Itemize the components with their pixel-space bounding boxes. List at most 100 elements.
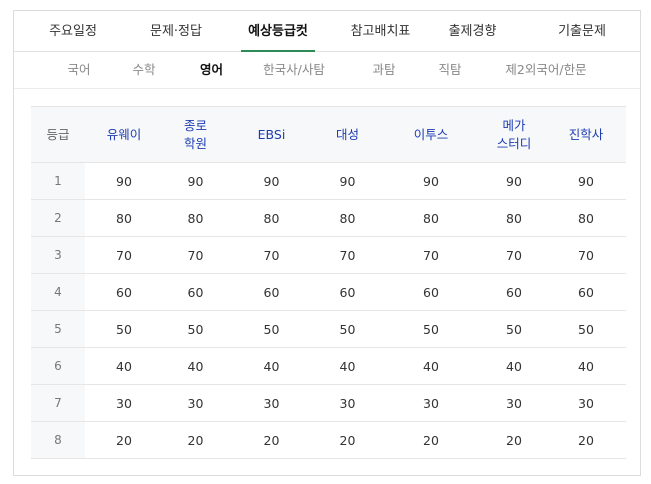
- score-cell: 40: [228, 347, 315, 385]
- provider-column-header: 진학사: [546, 106, 626, 163]
- main-tab[interactable]: 주요일정: [44, 11, 102, 51]
- main-tab[interactable]: 참고배치표: [343, 11, 418, 51]
- subject-tab[interactable]: 국어: [58, 52, 100, 88]
- table-row: 7 30 30 30 30 30 30 30: [31, 384, 626, 422]
- main-tab-label: 참고배치표: [350, 24, 411, 39]
- score-cell: 40: [315, 347, 380, 385]
- score-cell: 70: [546, 236, 626, 274]
- provider-column-header: EBSi: [228, 106, 315, 163]
- score-cell: 30: [163, 384, 228, 422]
- score-cell: 70: [315, 236, 380, 274]
- table-row: 1 90 90 90 90 90 90 90: [31, 162, 626, 200]
- score-cell: 50: [380, 310, 482, 348]
- table-body: 1 90 90 90 90 90 90 90 2 80 80 80 80 80 80 80 3 70 70 70 70 7…: [31, 162, 626, 459]
- main-tab-label: 문제·정답: [150, 24, 202, 39]
- score-cell: 70: [163, 236, 228, 274]
- score-cell: 80: [380, 199, 482, 237]
- score-cell: 70: [482, 236, 546, 274]
- subject-tab-bar: 국어 수학 영어 한국사/사탐 과탐 직탐 제2외국어/한문: [14, 52, 640, 89]
- main-tab[interactable]: 문제·정답: [144, 11, 208, 51]
- score-cell: 20: [315, 421, 380, 459]
- provider-name-line1: 유웨이: [106, 126, 142, 142]
- grade-cut-table: 등급 유웨이 종로 학원 EBSi 대성 이투스 메가 스터디 진학사 1 90 90 90 90 90 9…: [31, 106, 626, 459]
- content-frame: 주요일정 문제·정답 예상등급컷 참고배치표 출제경향 기출문제 국어 수학 영어 한국사/사탐…: [13, 10, 641, 476]
- score-cell: 30: [228, 384, 315, 422]
- score-cell: 90: [163, 162, 228, 200]
- score-cell: 40: [546, 347, 626, 385]
- score-cell: 30: [85, 384, 163, 422]
- score-cell: 30: [482, 384, 546, 422]
- score-cell: 90: [482, 162, 546, 200]
- subject-tab[interactable]: 제2외국어/한문: [496, 52, 596, 88]
- main-tab-label: 기출문제: [558, 24, 606, 39]
- score-cell: 80: [546, 199, 626, 237]
- grade-cell: 8: [31, 421, 85, 459]
- subject-tab[interactable]: 영어: [189, 52, 234, 88]
- main-tab-bar: 주요일정 문제·정답 예상등급컷 참고배치표 출제경향 기출문제: [14, 11, 640, 52]
- score-cell: 90: [380, 162, 482, 200]
- score-cell: 20: [482, 421, 546, 459]
- score-cell: 90: [315, 162, 380, 200]
- provider-name-line1: 대성: [335, 126, 359, 142]
- score-cell: 20: [85, 421, 163, 459]
- score-cell: 40: [482, 347, 546, 385]
- score-cell: 30: [315, 384, 380, 422]
- table-header-row: 등급 유웨이 종로 학원 EBSi 대성 이투스 메가 스터디 진학사: [31, 106, 626, 163]
- table-row: 4 60 60 60 60 60 60 60: [31, 273, 626, 311]
- provider-name-line2: 학원: [183, 135, 207, 151]
- score-cell: 80: [315, 199, 380, 237]
- main-tab[interactable]: 기출문제: [548, 11, 616, 51]
- score-cell: 70: [380, 236, 482, 274]
- grade-cell: 7: [31, 384, 85, 422]
- provider-name-line2: 스터디: [496, 135, 532, 151]
- score-cell: 60: [85, 273, 163, 311]
- main-tab-label: 예상등급컷: [248, 24, 308, 39]
- score-cell: 20: [546, 421, 626, 459]
- score-cell: 60: [315, 273, 380, 311]
- subject-tab[interactable]: 한국사/사탐: [254, 52, 334, 88]
- grade-cell: 4: [31, 273, 85, 311]
- provider-name-line1: EBSi: [257, 126, 286, 142]
- score-cell: 80: [163, 199, 228, 237]
- grade-cut-table-wrapper: 등급 유웨이 종로 학원 EBSi 대성 이투스 메가 스터디 진학사 1 90 90 90 90 90 9…: [31, 106, 626, 459]
- table-row: 5 50 50 50 50 50 50 50: [31, 310, 626, 348]
- main-tab-label: 출제경향: [448, 24, 497, 39]
- score-cell: 50: [228, 310, 315, 348]
- subject-tab[interactable]: 직탐: [428, 52, 472, 88]
- provider-name-line1: 이투스: [413, 126, 449, 142]
- provider-name-line1: 진학사: [568, 126, 604, 142]
- main-tab-label: 주요일정: [49, 24, 97, 39]
- score-cell: 80: [228, 199, 315, 237]
- score-cell: 70: [85, 236, 163, 274]
- score-cell: 90: [546, 162, 626, 200]
- score-cell: 40: [85, 347, 163, 385]
- table-row: 3 70 70 70 70 70 70 70: [31, 236, 626, 274]
- subject-tab[interactable]: 과탐: [361, 52, 407, 88]
- table-row: 8 20 20 20 20 20 20 20: [31, 421, 626, 459]
- grade-cell: 2: [31, 199, 85, 237]
- score-cell: 60: [163, 273, 228, 311]
- provider-column-header: 대성: [315, 106, 380, 163]
- score-cell: 30: [546, 384, 626, 422]
- score-cell: 20: [380, 421, 482, 459]
- main-tab[interactable]: 출제경향: [440, 11, 505, 51]
- score-cell: 80: [482, 199, 546, 237]
- score-cell: 60: [380, 273, 482, 311]
- provider-name-line1: 메가: [502, 117, 526, 133]
- score-cell: 60: [546, 273, 626, 311]
- provider-column-header: 메가스터디: [482, 106, 546, 163]
- score-cell: 20: [228, 421, 315, 459]
- main-tab[interactable]: 예상등급컷: [241, 11, 315, 52]
- grade-cell: 6: [31, 347, 85, 385]
- subject-tab[interactable]: 수학: [124, 52, 164, 88]
- score-cell: 50: [546, 310, 626, 348]
- score-cell: 50: [315, 310, 380, 348]
- score-cell: 20: [163, 421, 228, 459]
- score-cell: 60: [228, 273, 315, 311]
- table-row: 6 40 40 40 40 40 40 40: [31, 347, 626, 385]
- score-cell: 40: [163, 347, 228, 385]
- provider-column-header: 이투스: [380, 106, 482, 163]
- provider-column-header: 종로 학원: [163, 106, 228, 163]
- score-cell: 70: [228, 236, 315, 274]
- score-cell: 50: [163, 310, 228, 348]
